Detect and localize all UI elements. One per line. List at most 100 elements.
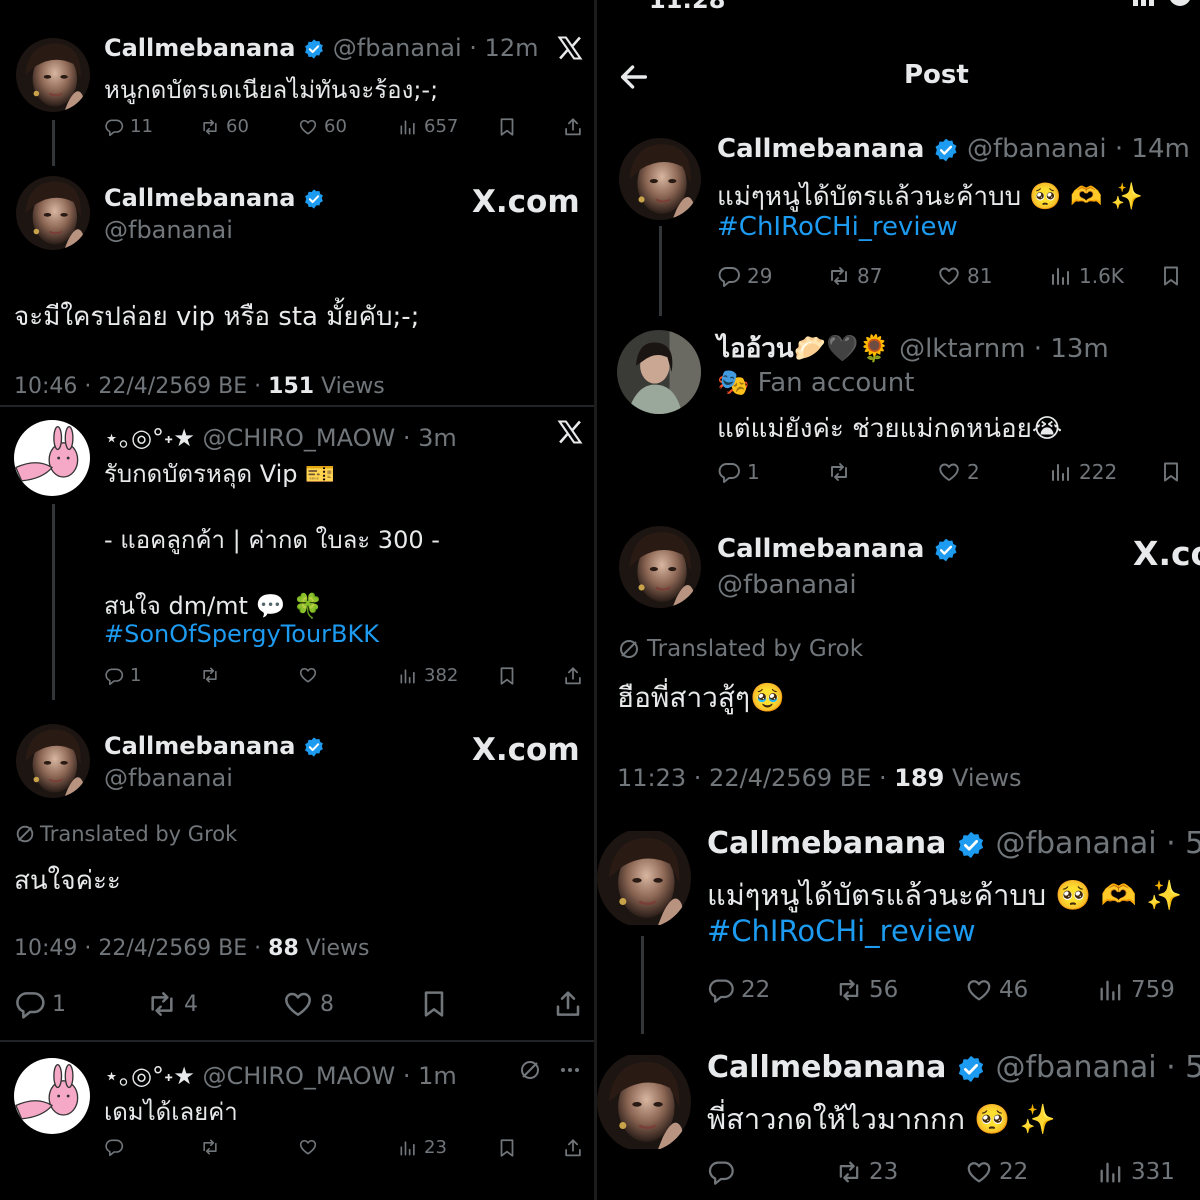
views-button[interactable]: 23 <box>398 1137 447 1158</box>
tweet-text: จะมีใครปล่อย vip หรือ sta มั้ยคับ;-; <box>14 302 420 332</box>
back-arrow-icon[interactable] <box>617 60 651 94</box>
hashtag-link[interactable]: #ChIRoCHi_review <box>717 212 958 242</box>
thread-line <box>52 120 55 166</box>
repost-button[interactable]: 23 <box>835 1158 898 1186</box>
reply-button[interactable]: 11 <box>104 116 153 137</box>
repost-button[interactable] <box>827 460 851 484</box>
display-name[interactable]: ⋆｡◎°˖★ <box>104 424 195 452</box>
display-name[interactable]: Callmebanana <box>104 184 295 212</box>
repost-count: 56 <box>869 977 899 1003</box>
views-button[interactable]: 657 <box>398 116 458 137</box>
repost-icon <box>827 460 851 484</box>
reply-button[interactable] <box>707 1158 735 1186</box>
translated-by-grok[interactable]: Translated by Grok <box>617 636 863 662</box>
grok-icon <box>14 823 36 845</box>
repost-button[interactable]: 4 <box>146 988 198 1020</box>
reply-button[interactable]: 1 <box>104 665 141 686</box>
left-screenshot-panel: Callmebanana @fbananai · 12m หนูกดบัตรเด… <box>0 0 594 1200</box>
views-button[interactable]: 222 <box>1049 460 1117 484</box>
like-button[interactable]: 22 <box>965 1158 1028 1186</box>
bookmark-icon[interactable] <box>496 116 518 138</box>
bookmark-icon[interactable] <box>418 988 450 1020</box>
reply-icon <box>104 1137 124 1157</box>
like-icon <box>298 1137 318 1157</box>
reply-button[interactable]: 22 <box>707 976 770 1004</box>
like-icon <box>937 460 961 484</box>
display-name[interactable]: Callmebanana <box>104 732 295 760</box>
repost-button[interactable] <box>200 1137 220 1157</box>
views-button[interactable]: 1.6K <box>1049 264 1124 288</box>
reply-icon <box>707 976 735 1004</box>
display-name[interactable]: Callmebanana <box>707 826 946 861</box>
bookmark-icon[interactable] <box>1159 264 1183 288</box>
avatar[interactable] <box>597 1052 691 1152</box>
display-name[interactable]: Callmebanana <box>717 134 924 164</box>
tweet-text: แม่ๆหนูได้บัตรแล้วนะค้าบบ 🥺 🫶 ✨ <box>707 878 1183 912</box>
like-button[interactable]: 8 <box>282 988 334 1020</box>
verified-icon <box>933 137 959 163</box>
thread-line <box>52 504 55 700</box>
share-icon[interactable] <box>562 665 584 687</box>
views-icon <box>398 666 418 686</box>
bookmark-icon[interactable] <box>496 665 518 687</box>
tweet-text: สนใจค่ะะ <box>14 866 121 896</box>
reply-button[interactable]: 1 <box>14 988 66 1020</box>
views-button[interactable]: 759 <box>1097 976 1175 1004</box>
like-button[interactable]: 60 <box>298 116 347 137</box>
more-icon[interactable] <box>558 1058 582 1082</box>
hashtag-link[interactable]: #ChIRoCHi_review <box>707 914 976 948</box>
avatar[interactable] <box>617 330 701 414</box>
bookmark-icon[interactable] <box>496 1137 518 1159</box>
bookmark-icon[interactable] <box>1159 460 1183 484</box>
like-button[interactable]: 81 <box>937 264 992 288</box>
repost-icon <box>146 988 178 1020</box>
hashtag-link[interactable]: #SonOfSpergyTourBKK <box>104 620 379 648</box>
page-title: Post <box>904 60 969 90</box>
translated-by-grok[interactable]: Translated by Grok <box>14 822 237 846</box>
display-name[interactable]: Callmebanana <box>104 34 295 62</box>
repost-button[interactable]: 60 <box>200 116 249 137</box>
avatar[interactable] <box>619 526 701 608</box>
avatar[interactable] <box>16 38 90 112</box>
views-count: 657 <box>424 116 459 137</box>
like-button[interactable] <box>298 665 318 685</box>
reply-button[interactable]: 1 <box>717 460 760 484</box>
views-count: 222 <box>1079 460 1118 484</box>
x-com-label: X.com <box>472 732 580 768</box>
like-icon <box>965 1158 993 1186</box>
repost-button[interactable]: 87 <box>827 264 882 288</box>
tweet-text: หนูกดบัตรเดเนียลไม่ทันจะร้อง;-; <box>104 76 439 104</box>
avatar[interactable] <box>16 724 90 798</box>
grok-icon[interactable] <box>518 1058 542 1082</box>
repost-icon <box>827 264 851 288</box>
views-icon <box>398 117 418 137</box>
reply-button[interactable] <box>104 1137 124 1157</box>
tweet-header: ไออ้วน🥟🖤🌻 @lktarnm · 13m <box>717 328 1109 369</box>
like-button[interactable]: 2 <box>937 460 980 484</box>
avatar[interactable] <box>14 420 90 496</box>
repost-icon <box>835 1158 863 1186</box>
reply-icon <box>717 460 741 484</box>
repost-button[interactable] <box>200 665 220 685</box>
share-icon[interactable] <box>562 1137 584 1159</box>
share-icon[interactable] <box>552 988 584 1020</box>
like-button[interactable]: 46 <box>965 976 1028 1004</box>
views-button[interactable]: 382 <box>398 665 458 686</box>
share-icon[interactable] <box>562 116 584 138</box>
repost-button[interactable]: 56 <box>835 976 898 1004</box>
avatar[interactable] <box>619 138 701 220</box>
reply-button[interactable]: 29 <box>717 264 772 288</box>
avatar[interactable] <box>597 828 691 928</box>
avatar[interactable] <box>16 176 90 250</box>
avatar[interactable] <box>14 1058 90 1134</box>
repost-count: 87 <box>857 264 883 288</box>
views-button[interactable]: 331 <box>1097 1158 1175 1186</box>
like-button[interactable] <box>298 1137 318 1157</box>
thread-line <box>641 936 644 1034</box>
display-name[interactable]: ⋆｡◎°˖★ <box>104 1062 195 1090</box>
tweet-header: ⋆｡◎°˖★ @CHIRO_MAOW · 1m <box>104 1056 457 1091</box>
display-name[interactable]: Callmebanana <box>717 534 924 564</box>
views-count: 23 <box>424 1137 447 1158</box>
display-name[interactable]: ไออ้วน🥟🖤🌻 <box>717 334 891 364</box>
display-name[interactable]: Callmebanana <box>707 1050 946 1085</box>
